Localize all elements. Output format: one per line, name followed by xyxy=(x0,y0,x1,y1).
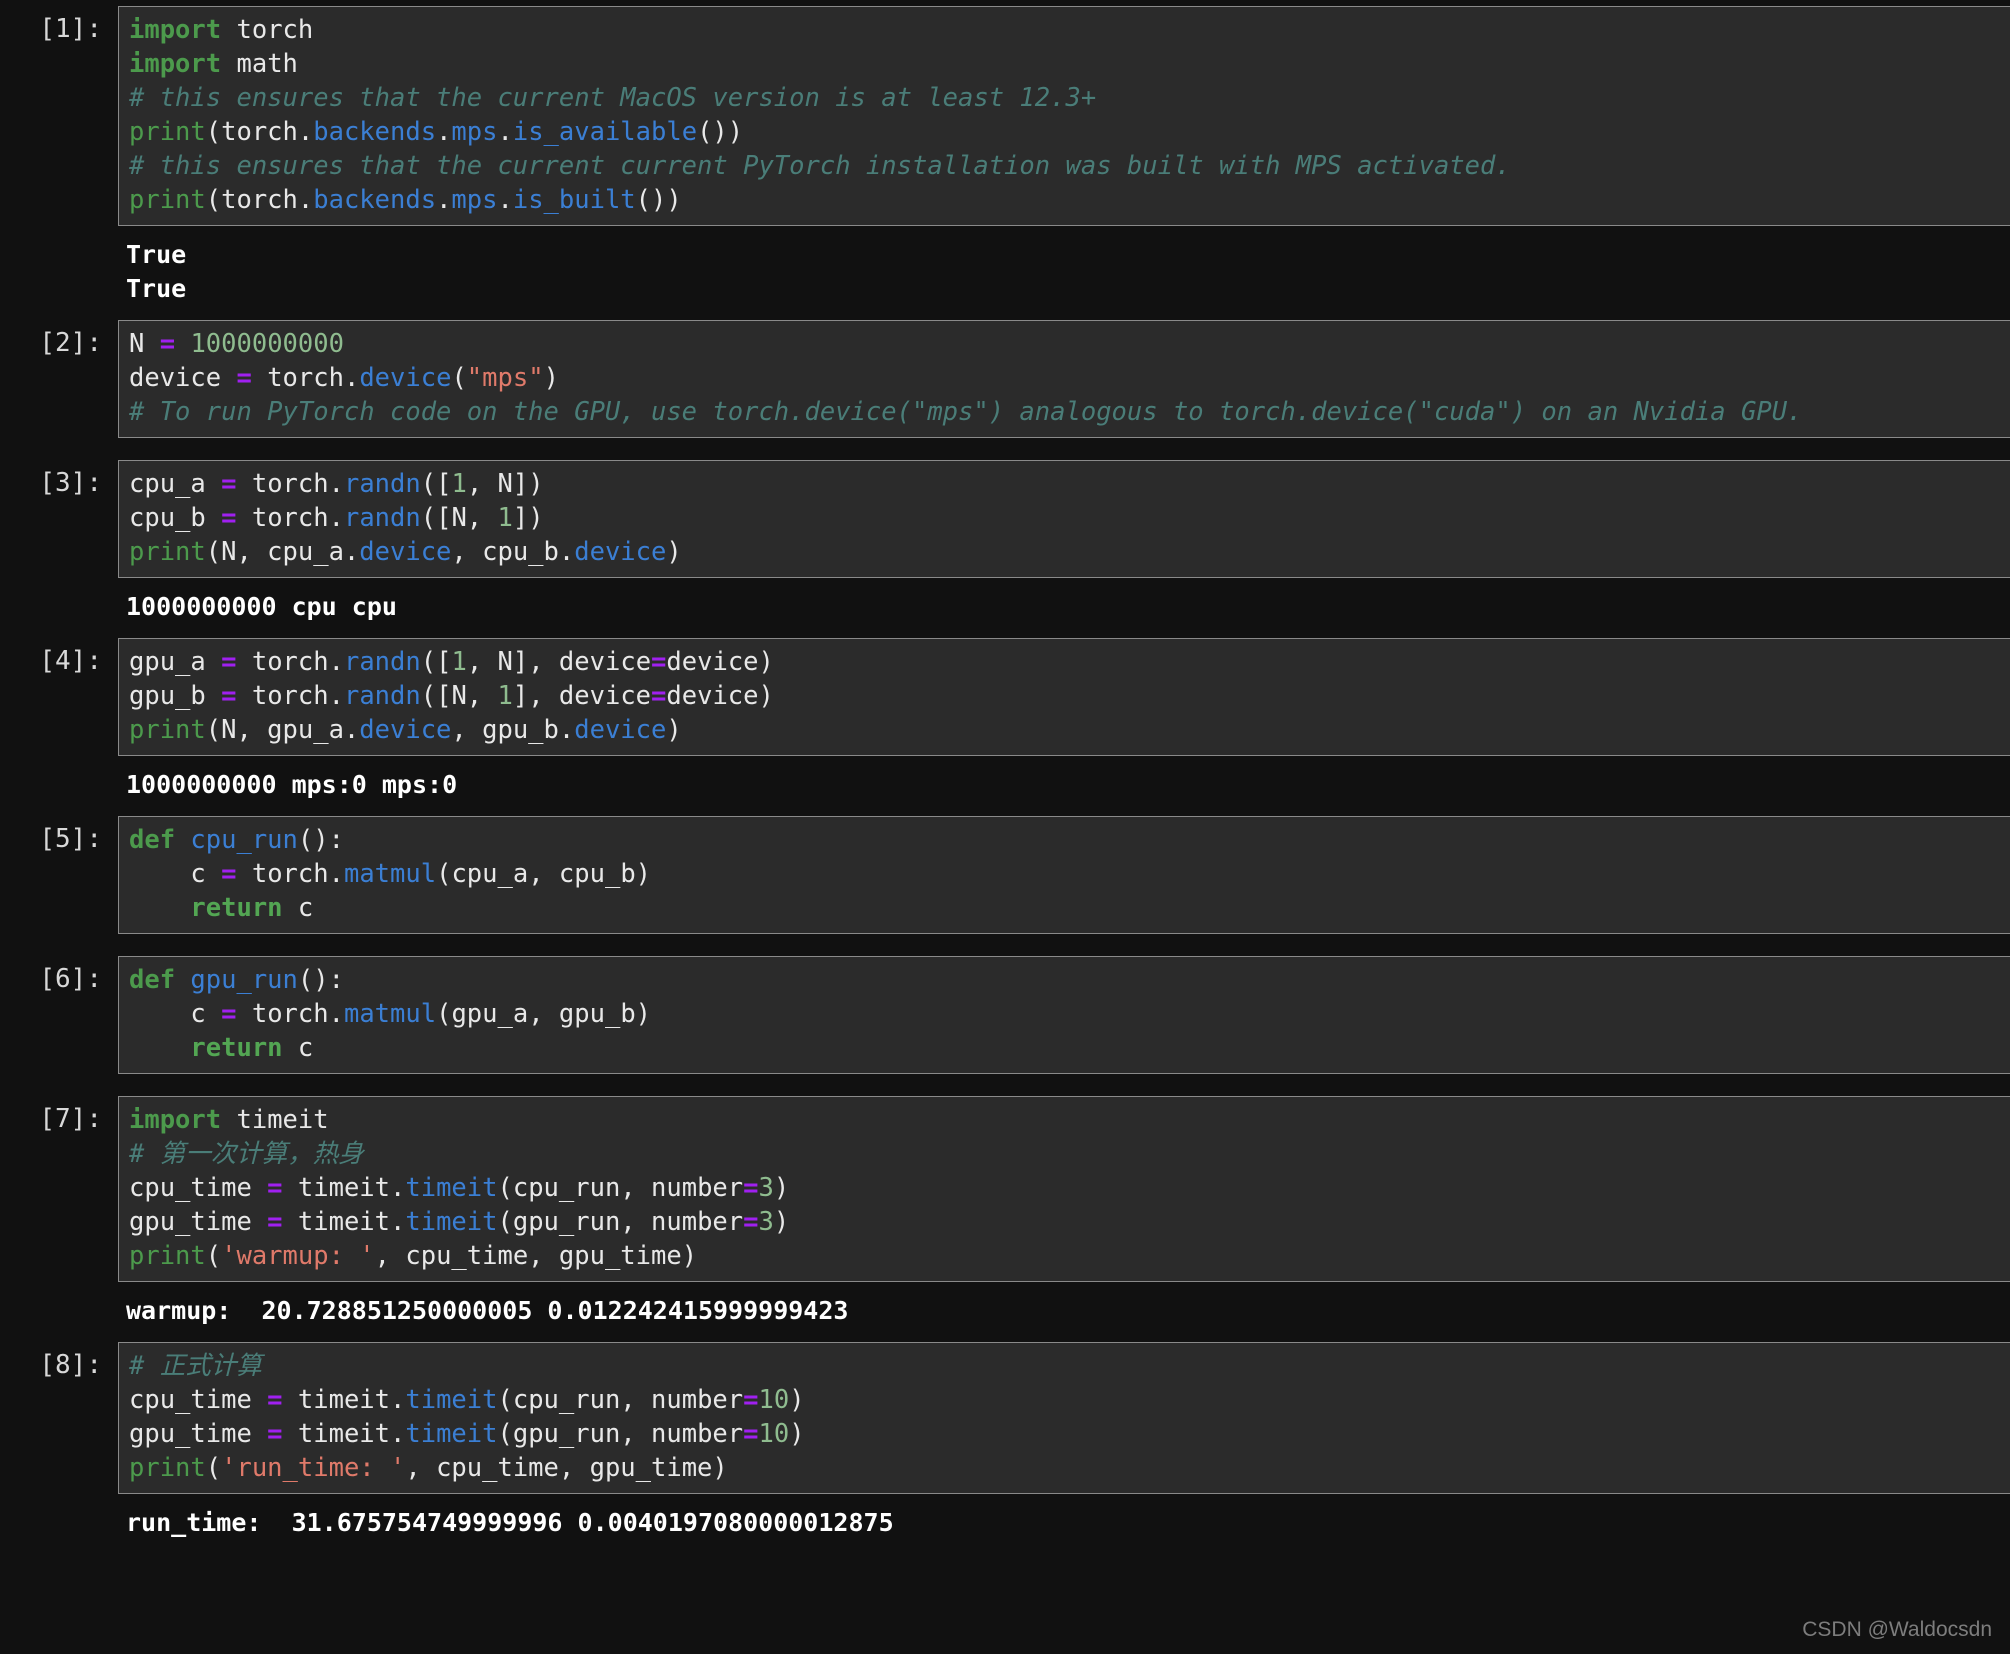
output-area-7: warmup: 20.728851250000005 0.01224241599… xyxy=(118,1282,2010,1342)
csdn-watermark: CSDN @Waldocsdn xyxy=(1802,1618,1992,1641)
cell-prompt-5: [5]: xyxy=(39,824,102,854)
code-source-2[interactable]: N = 1000000000 device = torch.device("mp… xyxy=(129,327,2010,429)
code-cell-8[interactable]: [8]: # 正式计算 cpu_time = timeit.timeit(cpu… xyxy=(0,1342,2010,1494)
cell-prompt-7: [7]: xyxy=(39,1104,102,1134)
output-prompt-3 xyxy=(0,578,118,618)
cell-spacer xyxy=(0,934,2010,956)
output-area-4: 1000000000 mps:0 mps:0 xyxy=(118,756,2010,816)
output-prompt-7 xyxy=(0,1282,118,1322)
code-cell-6[interactable]: [6]: def gpu_run(): c = torch.matmul(gpu… xyxy=(0,956,2010,1074)
output-prompt-8 xyxy=(0,1494,118,1534)
output-row-3: 1000000000 cpu cpu xyxy=(0,578,2010,638)
code-editor-2[interactable]: N = 1000000000 device = torch.device("mp… xyxy=(118,320,2010,438)
code-editor-8[interactable]: # 正式计算 cpu_time = timeit.timeit(cpu_run,… xyxy=(118,1342,2010,1494)
code-source-1[interactable]: import torch import math # this ensures … xyxy=(129,13,2010,217)
output-area-8: run_time: 31.675754749999996 0.004019708… xyxy=(118,1494,2010,1554)
code-cell-5[interactable]: [5]: def cpu_run(): c = torch.matmul(cpu… xyxy=(0,816,2010,934)
code-cell-4[interactable]: [4]: gpu_a = torch.randn([1, N], device=… xyxy=(0,638,2010,756)
code-editor-7[interactable]: import timeit # 第一次计算，热身 cpu_time = time… xyxy=(118,1096,2010,1282)
output-prompt-1 xyxy=(0,226,118,266)
output-row-4: 1000000000 mps:0 mps:0 xyxy=(0,756,2010,816)
notebook-container: [1]: import torch import math # this ens… xyxy=(0,0,2010,1654)
code-editor-6[interactable]: def gpu_run(): c = torch.matmul(gpu_a, g… xyxy=(118,956,2010,1074)
output-text-7: warmup: 20.728851250000005 0.01224241599… xyxy=(126,1296,849,1325)
cell-spacer xyxy=(0,438,2010,460)
cell-prompt-1: [1]: xyxy=(39,14,102,44)
code-cell-3[interactable]: [3]: cpu_a = torch.randn([1, N]) cpu_b =… xyxy=(0,460,2010,578)
output-text-4: 1000000000 mps:0 mps:0 xyxy=(126,770,458,799)
output-area-3: 1000000000 cpu cpu xyxy=(118,578,2010,638)
code-source-3[interactable]: cpu_a = torch.randn([1, N]) cpu_b = torc… xyxy=(129,467,2010,569)
output-prompt-4 xyxy=(0,756,118,796)
code-source-8[interactable]: # 正式计算 cpu_time = timeit.timeit(cpu_run,… xyxy=(129,1349,2010,1485)
code-source-4[interactable]: gpu_a = torch.randn([1, N], device=devic… xyxy=(129,645,2010,747)
output-text-8: run_time: 31.675754749999996 0.004019708… xyxy=(126,1508,894,1537)
cell-prompt-6: [6]: xyxy=(39,964,102,994)
code-editor-1[interactable]: import torch import math # this ensures … xyxy=(118,6,2010,226)
cell-prompt-2: [2]: xyxy=(39,328,102,358)
output-row-1: True True xyxy=(0,226,2010,320)
code-cell-1[interactable]: [1]: import torch import math # this ens… xyxy=(0,6,2010,226)
output-area-1: True True xyxy=(118,226,2010,320)
output-row-7: warmup: 20.728851250000005 0.01224241599… xyxy=(0,1282,2010,1342)
cell-prompt-3: [3]: xyxy=(39,468,102,498)
code-source-5[interactable]: def cpu_run(): c = torch.matmul(cpu_a, c… xyxy=(129,823,2010,925)
cell-prompt-4: [4]: xyxy=(39,646,102,676)
code-source-6[interactable]: def gpu_run(): c = torch.matmul(gpu_a, g… xyxy=(129,963,2010,1065)
code-editor-3[interactable]: cpu_a = torch.randn([1, N]) cpu_b = torc… xyxy=(118,460,2010,578)
code-cell-7[interactable]: [7]: import timeit # 第一次计算，热身 cpu_time =… xyxy=(0,1096,2010,1282)
code-cell-2[interactable]: [2]: N = 1000000000 device = torch.devic… xyxy=(0,320,2010,438)
output-text-1: True True xyxy=(126,240,187,303)
code-source-7[interactable]: import timeit # 第一次计算，热身 cpu_time = time… xyxy=(129,1103,2010,1273)
code-editor-4[interactable]: gpu_a = torch.randn([1, N], device=devic… xyxy=(118,638,2010,756)
output-row-8: run_time: 31.675754749999996 0.004019708… xyxy=(0,1494,2010,1554)
code-editor-5[interactable]: def cpu_run(): c = torch.matmul(cpu_a, c… xyxy=(118,816,2010,934)
output-text-3: 1000000000 cpu cpu xyxy=(126,592,397,621)
cell-spacer xyxy=(0,1074,2010,1096)
cell-prompt-8: [8]: xyxy=(39,1350,102,1380)
